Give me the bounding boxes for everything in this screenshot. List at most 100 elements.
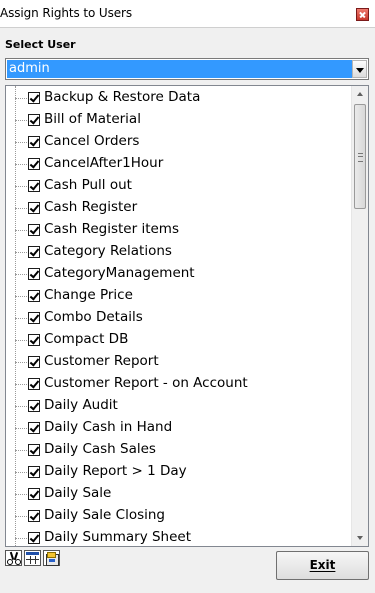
- tree-branch-line: [15, 164, 29, 165]
- permission-label: Customer Report: [44, 353, 159, 369]
- selected-user-value: admin: [7, 60, 353, 78]
- permission-label: CategoryManagement: [44, 265, 195, 281]
- permission-label: Daily Report > 1 Day: [44, 463, 187, 479]
- permission-checkbox[interactable]: [28, 202, 40, 214]
- permission-checkbox[interactable]: [28, 532, 40, 544]
- permission-checkbox[interactable]: [28, 312, 40, 324]
- permission-label: Daily Audit: [44, 397, 118, 413]
- title-bar: Assign Rights to Users: [0, 0, 375, 28]
- scroll-down-arrow-icon[interactable]: [352, 529, 368, 546]
- rights-tree-item[interactable]: Customer Report: [6, 351, 351, 373]
- rights-tree-item[interactable]: Bill of Material: [6, 109, 351, 131]
- permission-checkbox[interactable]: [28, 444, 40, 456]
- grip-icon: [358, 153, 363, 162]
- permission-label: Compact DB: [44, 331, 129, 347]
- tree-branch-line: [15, 186, 29, 187]
- rights-tree-item[interactable]: Daily Cash in Hand: [6, 417, 351, 439]
- window-title: Assign Rights to Users: [0, 6, 133, 20]
- tree-branch-line: [15, 230, 29, 231]
- rights-tree-item[interactable]: Cash Register: [6, 197, 351, 219]
- tree-branch-line: [15, 384, 29, 385]
- rights-tree-item[interactable]: Combo Details: [6, 307, 351, 329]
- permission-label: Backup & Restore Data: [44, 89, 201, 105]
- permission-label: Daily Cash in Hand: [44, 419, 173, 435]
- rights-tree-item[interactable]: Category Relations: [6, 241, 351, 263]
- tree-branch-line: [15, 362, 29, 363]
- permission-label: Category Relations: [44, 243, 172, 259]
- rights-tree-item[interactable]: CategoryManagement: [6, 263, 351, 285]
- permission-label: Daily Sale Closing: [44, 507, 165, 523]
- tree-branch-line: [15, 120, 29, 121]
- tree-branch-line: [15, 450, 29, 451]
- permission-label: Bill of Material: [44, 111, 141, 127]
- permission-checkbox[interactable]: [28, 114, 40, 126]
- rights-tree-item[interactable]: Daily Sale: [6, 483, 351, 505]
- close-button[interactable]: [356, 8, 369, 21]
- tree-branch-line: [15, 142, 29, 143]
- permission-checkbox[interactable]: [28, 334, 40, 346]
- tree-branch-line: [15, 274, 29, 275]
- permission-checkbox[interactable]: [28, 510, 40, 522]
- permission-checkbox[interactable]: [28, 268, 40, 280]
- permission-label: Combo Details: [44, 309, 143, 325]
- scroll-up-arrow-icon[interactable]: [352, 86, 368, 103]
- permission-checkbox[interactable]: [28, 488, 40, 500]
- rights-tree: Backup & Restore Data Bill of Material Can…: [5, 85, 369, 547]
- permission-label: Cancel Orders: [44, 133, 140, 149]
- permission-checkbox[interactable]: [28, 246, 40, 258]
- tree-branch-line: [15, 98, 29, 99]
- permission-label: CancelAfter1Hour: [44, 155, 164, 171]
- rights-tree-item[interactable]: Daily Audit: [6, 395, 351, 417]
- tree-branch-line: [15, 340, 29, 341]
- permission-checkbox[interactable]: [28, 290, 40, 302]
- select-user-label: Select User: [5, 38, 76, 51]
- tree-branch-line: [15, 472, 29, 473]
- tree-branch-line: [15, 428, 29, 429]
- rights-tree-item[interactable]: Compact DB: [6, 329, 351, 351]
- permission-checkbox[interactable]: [28, 158, 40, 170]
- scroll-thumb[interactable]: [354, 104, 366, 209]
- permission-checkbox[interactable]: [28, 92, 40, 104]
- tree-branch-line: [15, 252, 29, 253]
- rights-tree-item[interactable]: Cash Register items: [6, 219, 351, 241]
- permission-label: Change Price: [44, 287, 133, 303]
- permission-label: Cash Pull out: [44, 177, 132, 193]
- table-view-icon[interactable]: [24, 550, 41, 566]
- report-icon[interactable]: [43, 550, 60, 566]
- rights-tree-item[interactable]: Cash Pull out: [6, 175, 351, 197]
- permission-checkbox[interactable]: [28, 224, 40, 236]
- rights-tree-item[interactable]: Change Price: [6, 285, 351, 307]
- rights-tree-item[interactable]: CancelAfter1Hour: [6, 153, 351, 175]
- permission-label: Daily Cash Sales: [44, 441, 156, 457]
- user-select-dropdown[interactable]: admin: [5, 58, 369, 80]
- tree-branch-line: [15, 296, 29, 297]
- permission-checkbox[interactable]: [28, 400, 40, 412]
- permission-checkbox[interactable]: [28, 378, 40, 390]
- vertical-scrollbar[interactable]: [351, 86, 368, 546]
- rights-tree-item[interactable]: Cancel Orders: [6, 131, 351, 153]
- tree-branch-line: [15, 516, 29, 517]
- assign-rights-form: Select User admin Backup & Restore Data B…: [0, 28, 375, 593]
- permission-label: Customer Report - on Account: [44, 375, 248, 391]
- rights-tree-item[interactable]: Daily Cash Sales: [6, 439, 351, 461]
- scissors-icon[interactable]: [5, 550, 22, 566]
- rights-tree-item[interactable]: Backup & Restore Data: [6, 87, 351, 109]
- permission-label: Daily Summary Sheet: [44, 529, 192, 545]
- permission-label: Cash Register: [44, 199, 138, 215]
- exit-button[interactable]: Exit: [276, 551, 369, 580]
- rights-tree-item[interactable]: Customer Report - on Account: [6, 373, 351, 395]
- tree-branch-line: [15, 208, 29, 209]
- rights-tree-item[interactable]: Daily Report > 1 Day: [6, 461, 351, 483]
- chevron-down-icon[interactable]: [352, 60, 367, 78]
- permission-checkbox[interactable]: [28, 466, 40, 478]
- permission-label: Cash Register items: [44, 221, 179, 237]
- tree-branch-line: [15, 494, 29, 495]
- tree-branch-line: [15, 538, 29, 539]
- rights-tree-item[interactable]: Daily Sale Closing: [6, 505, 351, 527]
- rights-tree-item[interactable]: Daily Summary Sheet: [6, 527, 351, 546]
- permission-checkbox[interactable]: [28, 136, 40, 148]
- permission-checkbox[interactable]: [28, 422, 40, 434]
- permission-checkbox[interactable]: [28, 356, 40, 368]
- permission-label: Daily Sale: [44, 485, 112, 501]
- permission-checkbox[interactable]: [28, 180, 40, 192]
